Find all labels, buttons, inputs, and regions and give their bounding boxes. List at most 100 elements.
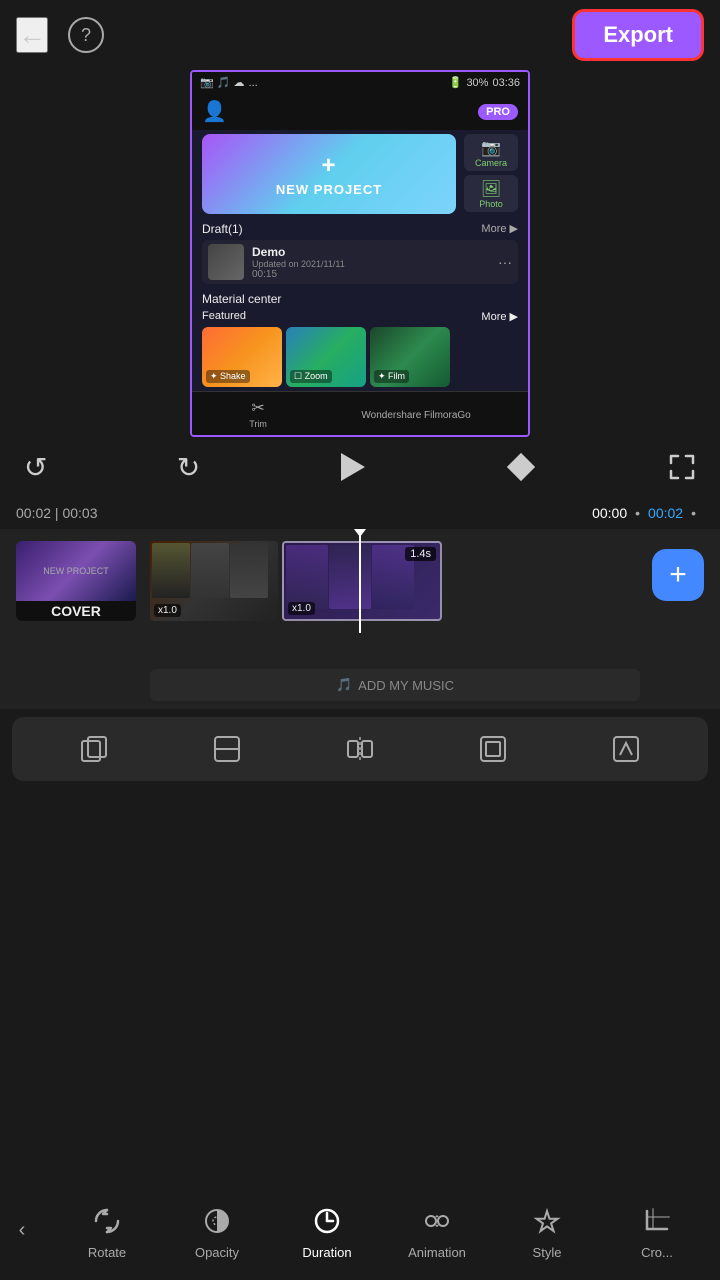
cover-track[interactable]: NEW PROJECT COVER bbox=[16, 541, 136, 621]
trim-tool-button[interactable] bbox=[205, 727, 249, 771]
camera-label: Camera bbox=[475, 158, 507, 168]
new-project-button[interactable]: + NEW PROJECT bbox=[202, 134, 456, 214]
fullscreen-button[interactable] bbox=[668, 453, 696, 481]
nav-item-opacity[interactable]: Opacity bbox=[182, 1201, 252, 1260]
side-buttons: 📷 Camera 🖼 Photo bbox=[464, 134, 518, 214]
featured-title: Featured bbox=[202, 310, 246, 323]
featured-header: Featured More ▶ bbox=[202, 310, 518, 323]
split-tool-button[interactable] bbox=[338, 727, 382, 771]
dot-separator: • bbox=[635, 505, 640, 521]
help-button[interactable]: ? bbox=[68, 17, 104, 53]
featured-item-shake[interactable]: ✦ Shake bbox=[202, 327, 282, 387]
nav-item-rotate[interactable]: Rotate bbox=[72, 1201, 142, 1260]
clip2-speed-badge: x1.0 bbox=[288, 602, 315, 615]
new-project-area: + NEW PROJECT 📷 Camera 🖼 Photo bbox=[202, 134, 518, 214]
camera-icon: 📷 bbox=[481, 138, 501, 158]
style-tool-button[interactable] bbox=[604, 727, 648, 771]
nav-item-crop[interactable]: Cro... bbox=[622, 1201, 692, 1260]
video-clip-2[interactable]: 1.4s x1.0 bbox=[282, 541, 442, 621]
animation-icon bbox=[417, 1201, 457, 1241]
draft-item[interactable]: Demo Updated on 2021/11/11 00:15 ··· bbox=[202, 240, 518, 284]
bottom-nav: ‹ Rotate Opacity bbox=[0, 1180, 720, 1280]
nav-back-arrow[interactable]: ‹ bbox=[0, 1180, 44, 1280]
add-music-label: ADD MY MUSIC bbox=[358, 678, 454, 693]
clock: 03:36 bbox=[492, 77, 520, 89]
current-time: 00:02 bbox=[648, 505, 683, 521]
nav-item-duration[interactable]: Duration bbox=[292, 1201, 362, 1260]
music-note-icon: 🎵 bbox=[336, 677, 352, 693]
trim-bar: ✂ Trim Wondershare FilmoraGo bbox=[192, 391, 528, 435]
play-icon bbox=[341, 453, 365, 481]
play-button[interactable] bbox=[329, 445, 373, 489]
opacity-icon bbox=[197, 1201, 237, 1241]
zoom-label: ☐ Zoom bbox=[290, 370, 332, 383]
undo-button[interactable]: ↺ bbox=[24, 451, 47, 484]
timeline-area: NEW PROJECT COVER x1.0 1.4s x1.0 + bbox=[0, 529, 720, 709]
cover-thumbnail: NEW PROJECT bbox=[16, 541, 136, 601]
draft-more-icon[interactable]: ··· bbox=[498, 254, 512, 270]
trim-item[interactable]: ✂ Trim bbox=[249, 398, 267, 429]
photo-button[interactable]: 🖼 Photo bbox=[464, 175, 518, 212]
draft-date: Updated on 2021/11/11 bbox=[252, 259, 490, 269]
status-more: ... bbox=[249, 77, 258, 89]
user-icon: 👤 bbox=[202, 99, 227, 124]
draft-duration: 00:15 bbox=[252, 269, 490, 280]
featured-grid: ✦ Shake ☐ Zoom ✦ Film bbox=[202, 327, 518, 387]
draft-thumbnail bbox=[208, 244, 244, 280]
copy-tool-button[interactable] bbox=[72, 727, 116, 771]
add-clip-button[interactable]: + bbox=[652, 549, 704, 601]
time-display: 00:02 | 00:03 bbox=[16, 505, 97, 521]
draft-info: Demo Updated on 2021/11/11 00:15 bbox=[252, 245, 490, 280]
featured-item-zoom[interactable]: ☐ Zoom bbox=[286, 327, 366, 387]
film-label: ✦ Film bbox=[374, 370, 409, 383]
battery-level: 30% bbox=[466, 77, 488, 89]
material-section: Material center Featured More ▶ ✦ Shake … bbox=[192, 288, 528, 391]
draft-header: Draft(1) More ▶ bbox=[202, 222, 518, 236]
back-button[interactable]: ← bbox=[16, 17, 48, 53]
wondershare-logo: Wondershare FilmoraGo bbox=[361, 405, 470, 423]
cover-label: COVER bbox=[16, 601, 136, 621]
draft-title: Draft(1) bbox=[202, 222, 243, 236]
rotate-label: Rotate bbox=[88, 1245, 126, 1260]
rotate-icon bbox=[87, 1201, 127, 1241]
trim-label: Trim bbox=[249, 419, 267, 429]
style-icon bbox=[527, 1201, 567, 1241]
music-track[interactable]: 🎵 ADD MY MUSIC bbox=[150, 669, 640, 701]
nav-item-style[interactable]: Style bbox=[512, 1201, 582, 1260]
draft-name: Demo bbox=[252, 245, 490, 259]
battery-icon: 🔋 bbox=[449, 76, 463, 89]
material-center-title: Material center bbox=[202, 292, 518, 306]
phone-preview: 📷 🎵 ☁ ... 🔋 30% 03:36 👤 PRO + NEW PROJEC… bbox=[190, 70, 530, 437]
photo-icon: 🖼 bbox=[481, 179, 501, 199]
status-bar: 📷 🎵 ☁ ... 🔋 30% 03:36 bbox=[192, 72, 528, 93]
app-header: 👤 PRO bbox=[192, 93, 528, 130]
featured-more-link[interactable]: More ▶ bbox=[481, 310, 518, 323]
clip1-speed-badge: x1.0 bbox=[154, 604, 181, 617]
dot-separator-2: • bbox=[691, 505, 696, 521]
camera-button[interactable]: 📷 Camera bbox=[464, 134, 518, 171]
top-bar: ← ? Export bbox=[0, 0, 720, 70]
redo-button[interactable]: ↻ bbox=[177, 451, 200, 484]
photo-label: Photo bbox=[479, 199, 503, 209]
status-icons: 📷 🎵 ☁ bbox=[200, 76, 245, 89]
crop-icon bbox=[637, 1201, 677, 1241]
video-clip-1[interactable]: x1.0 bbox=[150, 541, 278, 621]
new-project-label: NEW PROJECT bbox=[276, 182, 382, 197]
edit-tools-bar bbox=[12, 717, 708, 781]
export-button[interactable]: Export bbox=[572, 9, 704, 61]
playhead bbox=[359, 533, 361, 633]
timeline-header: 00:02 | 00:03 00:00 • 00:02 • bbox=[0, 497, 720, 529]
nav-item-animation[interactable]: Animation bbox=[402, 1201, 472, 1260]
playback-controls: ↺ ↻ bbox=[0, 437, 720, 497]
crop-trim-tool-button[interactable] bbox=[471, 727, 515, 771]
trim-icon: ✂ bbox=[251, 398, 264, 418]
opacity-label: Opacity bbox=[195, 1245, 239, 1260]
animation-label: Animation bbox=[408, 1245, 466, 1260]
keyframe-button[interactable] bbox=[503, 449, 539, 485]
featured-item-film[interactable]: ✦ Film bbox=[370, 327, 450, 387]
draft-more-link[interactable]: More ▶ bbox=[481, 222, 518, 236]
pro-badge[interactable]: PRO bbox=[478, 104, 518, 120]
diamond-icon bbox=[507, 453, 535, 481]
top-left-controls: ← ? bbox=[16, 17, 104, 53]
crop-label: Cro... bbox=[641, 1245, 673, 1260]
